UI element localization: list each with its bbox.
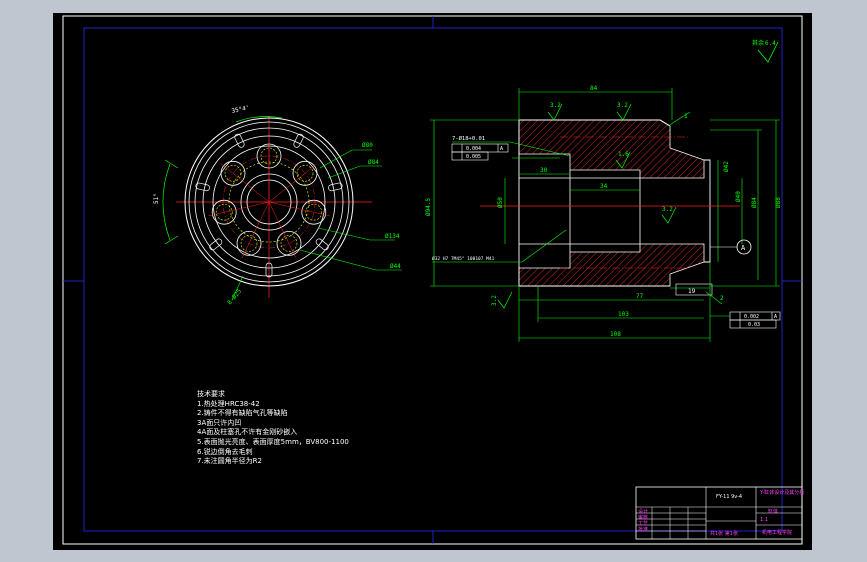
cad-drawing: 其余 6.4 35°4' 51° Ø80 Ø84 Ø134 Ø44 8-Ø25 … <box>62 15 803 545</box>
dim-chamfer-1: 1 <box>684 113 688 120</box>
svg-text:3.2: 3.2 <box>662 206 673 213</box>
hole-note: 7-Ø18+0.01 <box>452 135 485 142</box>
tb-drawing-no: FY-11 9v-4 <box>716 494 743 500</box>
roughness-corner-value: 6.4 <box>765 40 776 47</box>
roughness-symbol-4: 3.2 <box>661 206 677 224</box>
svg-text:0.002: 0.002 <box>744 314 759 320</box>
roughness-symbol-5: 3.2 <box>491 291 513 309</box>
dim-d42: Ø42 <box>723 161 730 172</box>
radial-centerline <box>208 201 270 217</box>
kidney-slot <box>209 238 223 251</box>
note-line: 3A面只许内凹 <box>197 418 242 427</box>
technical-notes: 技术要求 1.热处理HRC38-42 2.铸件不得有缺陷气孔等缺陷 3A面只许内… <box>197 390 349 467</box>
dim-30: 30 <box>540 167 548 174</box>
roughness-symbol-1: 3.2 <box>547 102 563 121</box>
tb-sheet: 共1张 第1张 <box>710 531 738 537</box>
svg-text:A: A <box>774 314 777 320</box>
notes-title: 技术要求 <box>197 390 225 398</box>
section-view: 84 30 34 77 19 103 108 Ø94.5 Ø50 Ø42 Ø40… <box>425 85 782 342</box>
geo-tolerance-2: 0.005 <box>451 151 489 161</box>
sheet-border <box>62 15 803 545</box>
geo-tolerance-1: 0.004 A <box>451 143 509 153</box>
dim-103: 103 <box>618 311 629 318</box>
dim-d134: Ø134 <box>385 233 400 240</box>
tb-material: 缸体 <box>768 509 779 515</box>
radial-centerline <box>220 163 270 203</box>
dim-108: 108 <box>610 331 621 338</box>
note-line: 4A面及柱塞孔不许有金刚砂嵌入 <box>197 428 298 437</box>
tb-row: 批准 <box>638 527 649 533</box>
dim-d50: Ø50 <box>497 197 504 208</box>
radial-centerline <box>268 163 318 203</box>
svg-text:0.03: 0.03 <box>748 322 760 328</box>
svg-text:0.004: 0.004 <box>466 146 481 152</box>
radial-centerline <box>268 201 330 217</box>
note-line: 5.表面抛光亮度、表面厚度5mm，BV800-1100 <box>197 437 349 446</box>
svg-text:A: A <box>500 146 503 152</box>
note-line: 2.铸件不得有缺陷气孔等缺陷 <box>197 409 288 418</box>
end-view: 35°4' 51° Ø80 Ø84 Ø134 Ø44 8-Ø25 <box>153 104 402 306</box>
tb-scale: 1:1 <box>760 517 769 523</box>
tb-school: Y-缸体设计及其分析 <box>760 490 805 496</box>
dim-d84: Ø84 <box>368 159 379 166</box>
geo-tolerance-4: 0.03 <box>729 319 777 329</box>
note-line: 7.未注圆角半径为R2 <box>197 457 262 466</box>
inner-frame <box>83 27 783 532</box>
dim-d94-5: Ø94.5 <box>425 198 432 216</box>
dim-d80: Ø80 <box>362 142 373 149</box>
dim-77: 77 <box>636 293 644 300</box>
dim-d88: Ø88 <box>775 197 782 208</box>
dim-d84-right: Ø84 <box>751 197 758 208</box>
svg-text:1.6: 1.6 <box>618 151 629 158</box>
dim-angle-left: 51° <box>153 193 160 204</box>
kidney-slot <box>315 238 329 251</box>
dim-d40: Ø40 <box>735 191 742 202</box>
roughness-corner-text: 其余 <box>752 39 764 47</box>
roughness-symbol-2: 3.2 <box>616 102 632 121</box>
note-line: 1.热处理HRC38-42 <box>197 399 260 408</box>
svg-text:3.2: 3.2 <box>491 295 498 306</box>
dim-angle-top: 35°4' <box>231 104 250 115</box>
dim-34: 34 <box>600 183 608 190</box>
svg-text:A: A <box>741 244 746 252</box>
geo-tolerance-3: 0.002 A <box>729 311 781 321</box>
svg-text:3.2: 3.2 <box>617 102 628 109</box>
dim-84-top: 84 <box>590 85 598 92</box>
dim-d44: Ø44 <box>390 263 401 270</box>
thread-note: Ø32 H7 7M45° 100107 M41 <box>432 255 495 262</box>
svg-text:0.005: 0.005 <box>466 154 481 160</box>
dim-8-d25: 8-Ø25 <box>226 288 243 307</box>
tb-org: 机电工程学院 <box>762 530 793 536</box>
dim-19: 19 <box>688 288 696 295</box>
note-line: 6.锐边倒角去毛刺 <box>197 447 253 456</box>
dim-chamfer-2: 2 <box>720 295 724 302</box>
roughness-corner-symbol: 其余 6.4 <box>752 39 779 63</box>
svg-text:3.2: 3.2 <box>550 102 561 109</box>
